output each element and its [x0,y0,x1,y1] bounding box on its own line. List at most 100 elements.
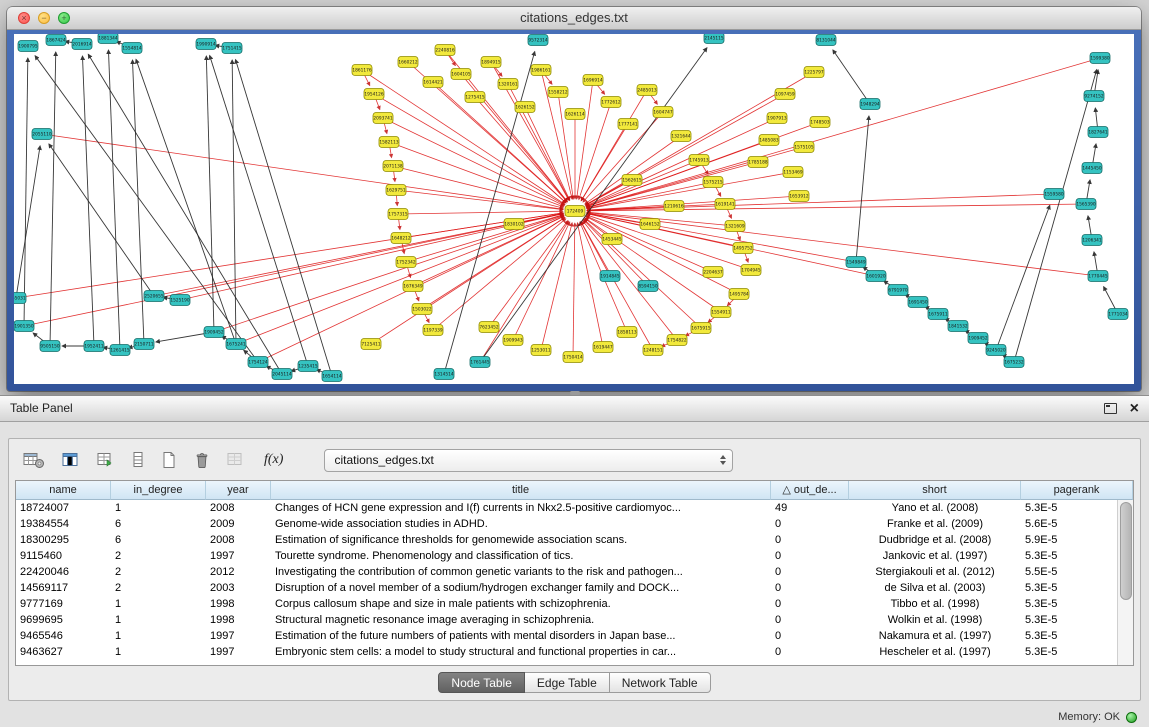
table-row[interactable]: 969969511998Structural magnetic resonanc… [16,612,1118,628]
graph-edge[interactable] [541,223,572,350]
graph-node[interactable]: 9165031 [14,293,26,304]
graph-node[interactable]: 8594150 [638,281,658,292]
graph-node[interactable]: 1748503 [810,117,830,128]
graph-node[interactable]: 1495784 [729,289,749,300]
table-row[interactable]: 1938455462009Genome-wide association stu… [16,516,1118,532]
graph-node[interactable]: 1909452 [204,327,224,338]
graph-node[interactable]: 9505150 [40,341,60,352]
graph-node[interactable]: 1914845 [600,271,620,282]
graph-node[interactable]: 1235415 [298,361,318,372]
table-row[interactable]: 2242004622012Investigating the contribut… [16,564,1118,580]
graph-node[interactable]: 1881344 [98,34,118,44]
graph-node[interactable]: 1626114 [565,109,585,120]
graph-node[interactable]: 1153469 [783,167,803,178]
graph-node[interactable]: 6791970 [888,285,908,296]
graph-node[interactable]: 1660212 [398,57,418,68]
graph-node[interactable]: 1614421 [423,77,443,88]
graph-node[interactable]: 1321644 [671,131,691,142]
graph-node[interactable]: 1901350 [14,321,34,332]
table-row[interactable]: 1872400712008Changes of HCN gene express… [16,500,1118,516]
graph-node[interactable]: 8131044 [816,35,836,46]
tab-network-table[interactable]: Network Table [610,672,711,693]
graph-node[interactable]: 2485013 [637,85,657,96]
graph-node[interactable]: 1696914 [583,75,603,86]
graph-edge[interactable] [206,56,214,332]
graph-node[interactable]: 1867424 [46,35,66,46]
tab-edge-table[interactable]: Edge Table [525,672,610,693]
graph-node[interactable]: 1604105 [451,69,471,80]
graph-edge[interactable] [108,50,120,350]
tab-node-table[interactable]: Node Table [438,672,525,693]
graph-node[interactable]: 1907913 [767,113,787,124]
row-height-button[interactable] [128,447,148,473]
graph-node[interactable]: 1909943 [503,335,523,346]
graph-node[interactable]: 1948294 [860,99,880,110]
graph-node[interactable]: 1619447 [593,342,613,353]
graph-edge[interactable] [24,213,563,326]
graph-edge[interactable] [413,216,564,286]
column-header-in_degree[interactable]: in_degree [111,481,206,500]
graph-node[interactable]: 1986161 [531,65,551,76]
graph-node[interactable]: 2071138 [383,161,403,172]
graph-node[interactable]: 1619141 [715,199,735,210]
graph-node[interactable]: 1275415 [465,92,485,103]
graph-node[interactable]: 1554911 [711,307,731,318]
graph-node[interactable]: 1559580 [1044,189,1064,200]
graph-node[interactable]: 1599380 [1090,53,1110,64]
graph-node[interactable]: 1830102 [504,219,524,230]
graph-node[interactable]: 1575215 [703,177,723,188]
graph-node[interactable]: 1097459 [775,89,795,100]
graph-node[interactable]: 1772612 [601,97,621,108]
graph-node[interactable]: 2145115 [704,34,724,44]
graph-node[interactable]: 1990914 [196,39,216,50]
graph-node[interactable]: 9572314 [528,35,548,46]
graph-edge[interactable] [587,182,713,209]
graph-edge[interactable] [406,214,564,262]
graph-node[interactable]: 1954126 [364,89,384,100]
graph-edge[interactable] [586,160,699,206]
graph-node[interactable]: 1648212 [391,233,411,244]
graph-node[interactable]: 1565390 [1076,199,1096,210]
graph-node[interactable]: 2055110 [32,129,52,140]
graph-node[interactable]: 1754124 [248,357,268,368]
graph-node[interactable]: 1771034 [1108,309,1128,320]
scrollbar-thumb[interactable] [1120,502,1132,600]
graph-edge[interactable] [587,212,735,226]
graph-edge[interactable] [996,205,1050,350]
graph-node[interactable]: 1675911 [928,309,948,320]
graph-node[interactable]: 1206341 [1082,235,1102,246]
column-header-title[interactable]: title [271,481,771,500]
close-window-button[interactable]: × [18,12,30,24]
graph-node[interactable]: 1445450 [1082,163,1102,174]
graph-node[interactable]: 1503022 [412,304,432,315]
memory-ok-indicator[interactable] [1126,712,1137,723]
function-builder-button[interactable]: f(x) [258,447,289,473]
window-titlebar[interactable]: × − + citations_edges.txt [7,7,1141,30]
graph-node[interactable]: 1453445 [602,234,622,245]
graph-node[interactable]: 2016914 [72,39,92,50]
table-row[interactable]: 1456911722003Disruption of a novel membe… [16,580,1118,596]
graph-node[interactable]: 1952411 [84,341,104,352]
graph-edge[interactable] [49,144,154,296]
graph-node[interactable]: 1675232 [1004,357,1024,368]
graph-node[interactable]: 1495752 [733,243,753,254]
column-header-short[interactable]: short [849,481,1021,500]
network-canvas[interactable]: 1724091861176195412620937411582113207113… [14,34,1134,384]
network-window[interactable]: × − + citations_edges.txt 1724091 [7,7,1141,391]
graph-edge[interactable] [393,166,563,208]
graph-node[interactable]: 1761445 [470,357,490,368]
new-table-button[interactable] [157,447,181,473]
graph-edge[interactable] [1014,70,1097,362]
graph-edge[interactable] [856,116,869,262]
graph-node[interactable]: 1653912 [789,191,809,202]
column-header-pagerank[interactable]: pagerank [1021,481,1133,500]
graph-node[interactable]: 1770445 [1088,271,1108,282]
graph-node[interactable]: 1320161 [498,79,518,90]
column-header-year[interactable]: year [206,481,271,500]
graph-node[interactable]: 1646152 [640,219,660,230]
graph-edge[interactable] [232,60,236,344]
graph-node[interactable]: 1210616 [664,201,684,212]
graph-node[interactable]: 1750414 [563,352,583,363]
graph-node[interactable]: 1225797 [804,67,824,78]
float-panel-icon[interactable] [1104,403,1117,414]
